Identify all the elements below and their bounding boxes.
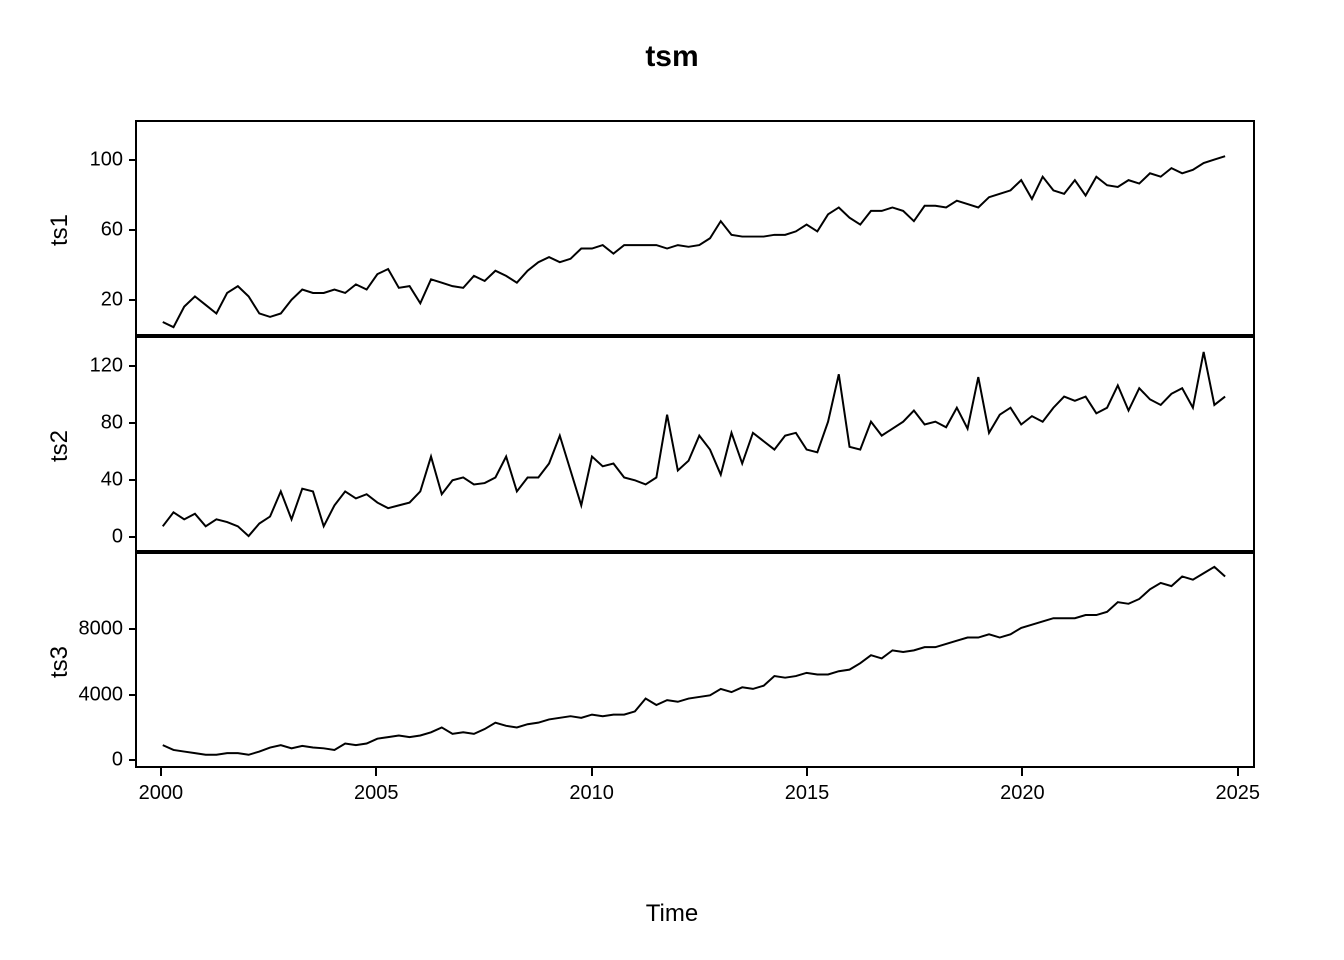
x-tick-label: 2020 — [1000, 782, 1045, 805]
chart-ylabel-ts2: ts2 — [46, 426, 74, 466]
x-tick-mark — [1021, 768, 1023, 776]
y-tick-label: 120 — [90, 355, 123, 378]
x-tick-label: 2000 — [139, 782, 184, 805]
chart-xlabel: Time — [0, 900, 1344, 928]
y-tick-mark — [129, 229, 137, 231]
chart-plot-ts3 — [137, 554, 1253, 766]
chart-ylabel-ts3: ts3 — [46, 642, 74, 682]
y-tick-label: 8000 — [79, 618, 124, 641]
y-tick-label: 4000 — [79, 683, 124, 706]
x-tick-mark — [160, 768, 162, 776]
y-tick-label: 80 — [101, 412, 123, 435]
chart-panel-ts1: 2060100 — [135, 120, 1255, 336]
chart-ylabel-ts1: ts1 — [46, 210, 74, 250]
chart-panel-ts2: 04080120 — [135, 336, 1255, 552]
y-tick-label: 0 — [112, 749, 123, 772]
chart-line — [163, 156, 1225, 327]
y-tick-mark — [129, 759, 137, 761]
y-tick-label: 20 — [101, 288, 123, 311]
chart-panel-ts3: 040008000 — [135, 552, 1255, 768]
chart-plot-ts2 — [137, 338, 1253, 550]
x-tick-mark — [1237, 768, 1239, 776]
x-tick-label: 2010 — [569, 782, 614, 805]
chart-line — [163, 352, 1225, 536]
x-tick-mark — [806, 768, 808, 776]
y-tick-label: 100 — [90, 149, 123, 172]
y-tick-mark — [129, 536, 137, 538]
x-tick-mark — [591, 768, 593, 776]
y-tick-mark — [129, 628, 137, 630]
y-tick-label: 40 — [101, 469, 123, 492]
x-tick-label: 2005 — [354, 782, 399, 805]
chart-stage: tsm 2060100 ts1 04080120 ts2 040008000 t… — [0, 0, 1344, 960]
y-tick-mark — [129, 694, 137, 696]
y-tick-mark — [129, 299, 137, 301]
y-tick-mark — [129, 422, 137, 424]
chart-title: tsm — [0, 40, 1344, 74]
chart-line — [163, 567, 1225, 755]
y-tick-label: 60 — [101, 219, 123, 242]
x-tick-label: 2025 — [1216, 782, 1261, 805]
y-tick-mark — [129, 365, 137, 367]
y-tick-label: 0 — [112, 525, 123, 548]
chart-plot-ts1 — [137, 122, 1253, 334]
y-tick-mark — [129, 479, 137, 481]
x-tick-label: 2015 — [785, 782, 830, 805]
x-tick-mark — [375, 768, 377, 776]
y-tick-mark — [129, 159, 137, 161]
